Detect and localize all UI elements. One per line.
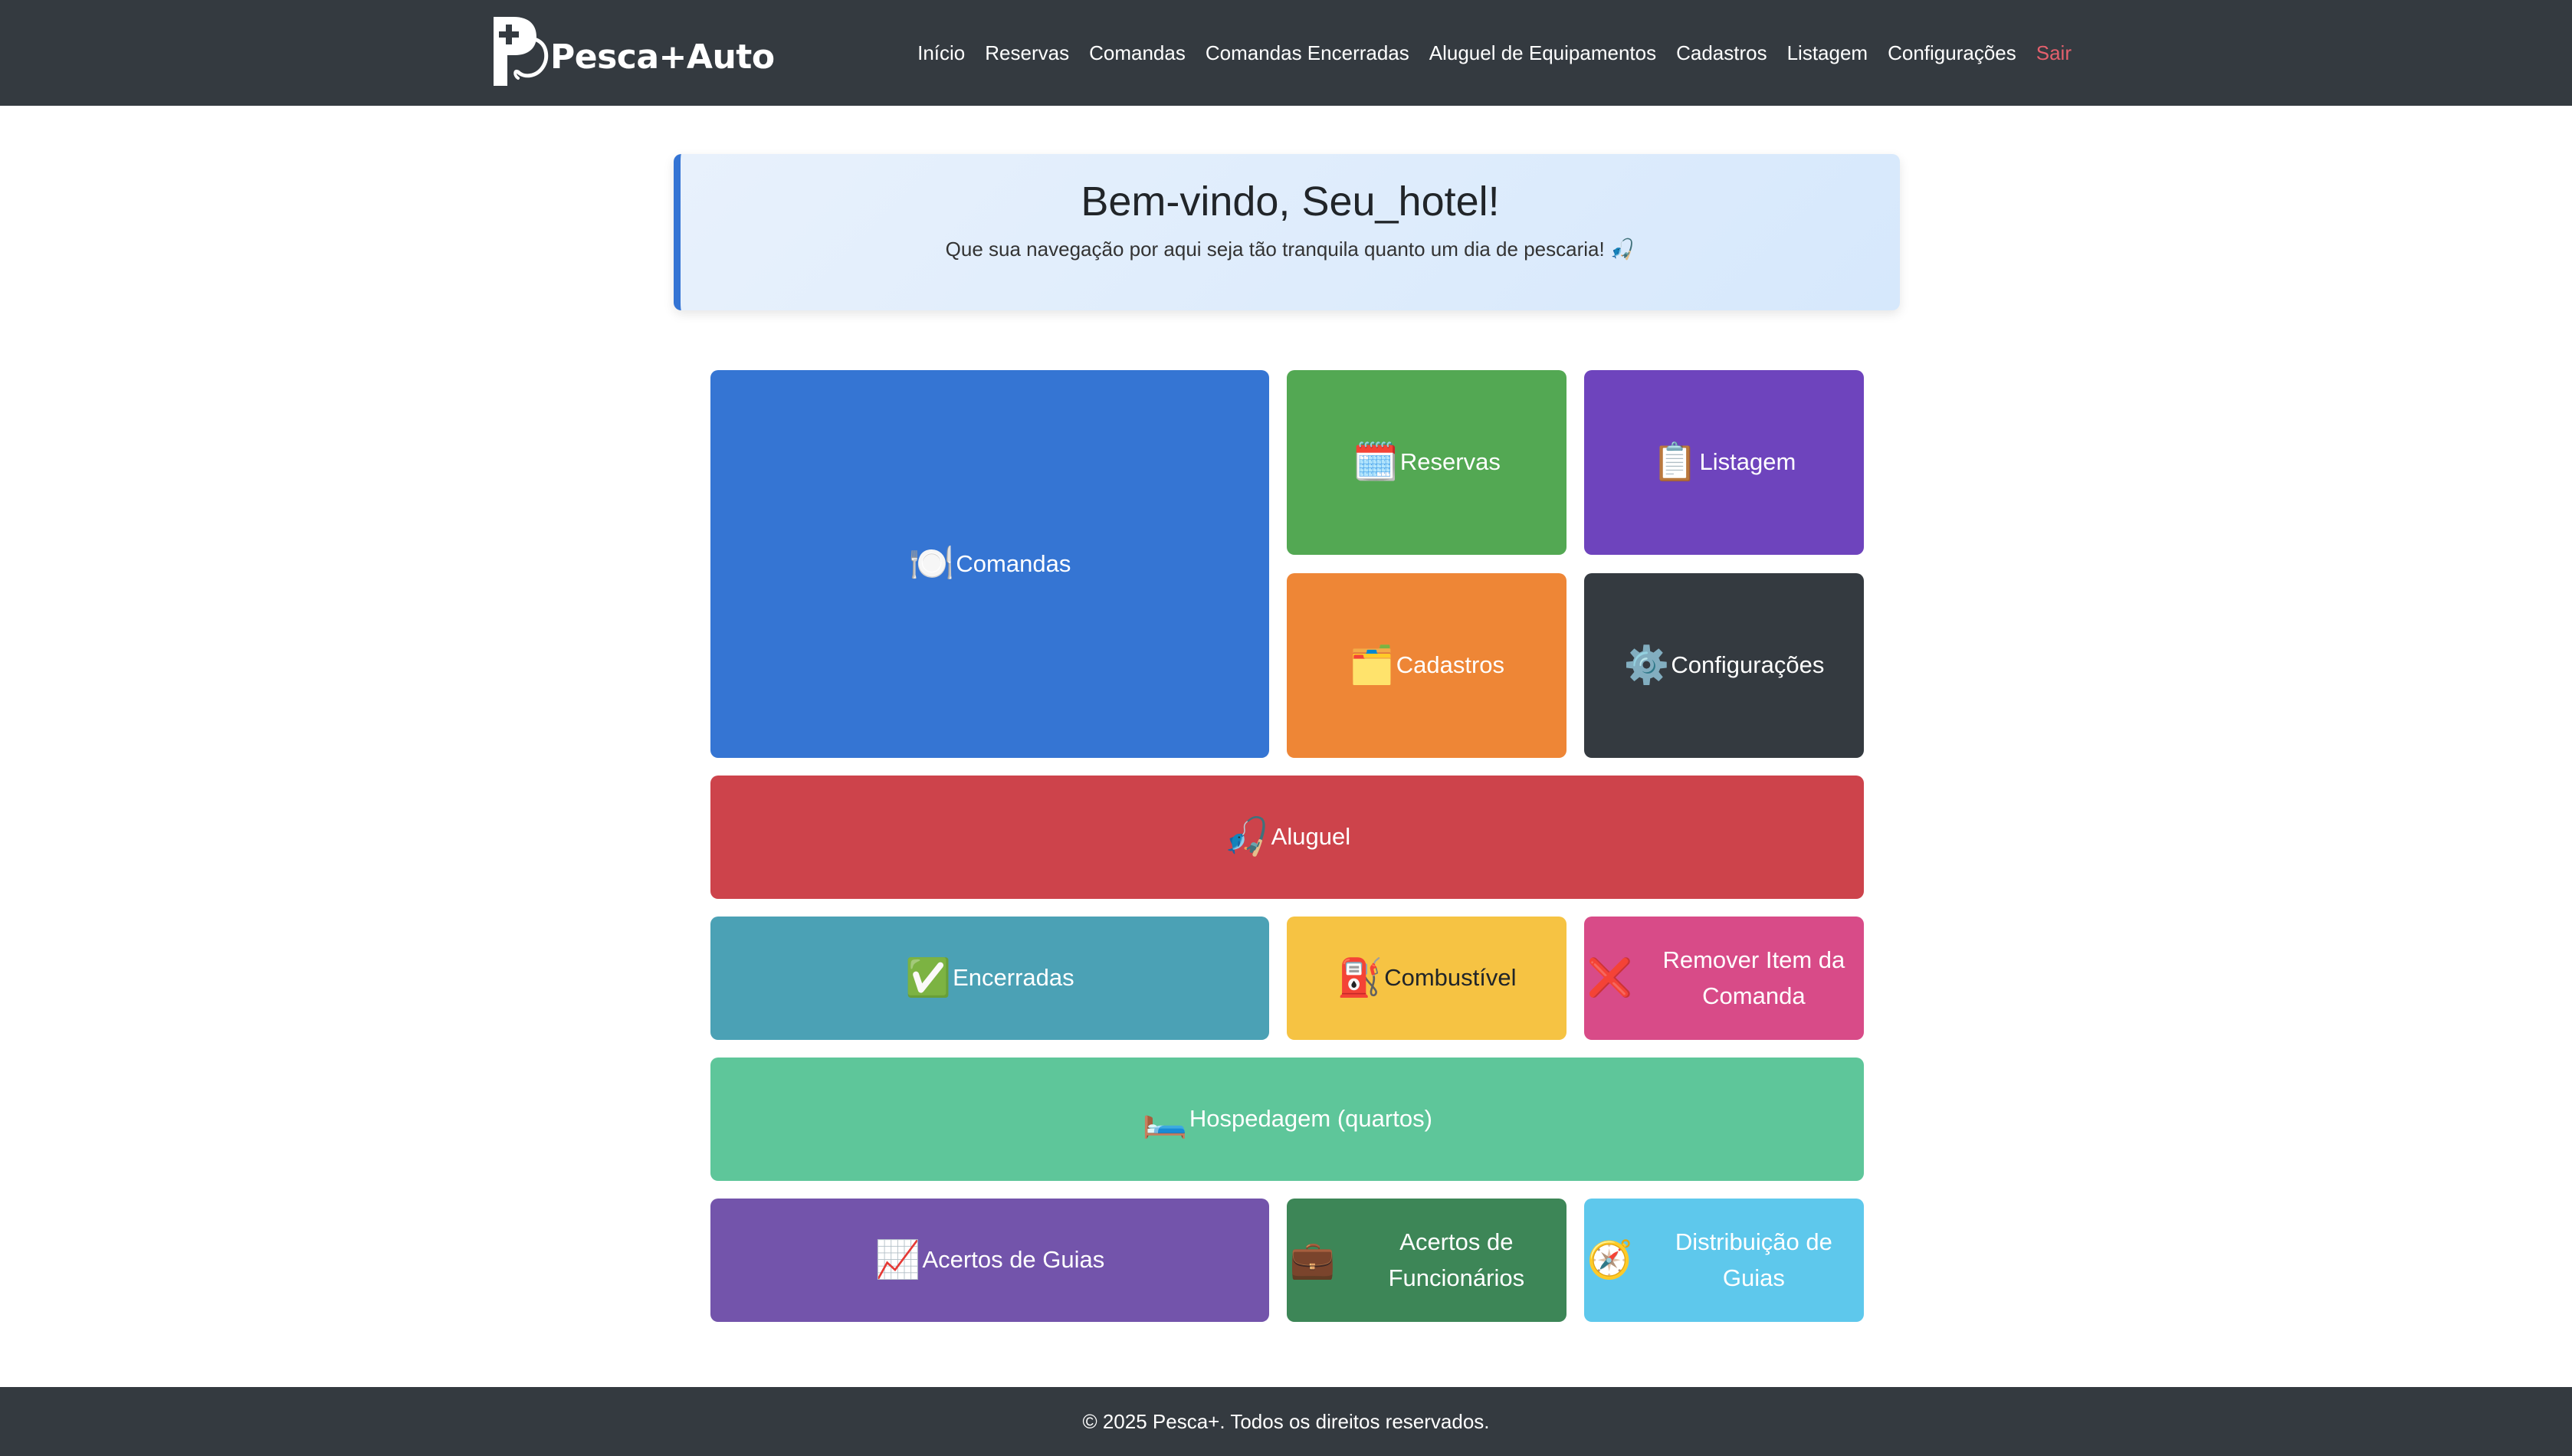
tile-combustivel-label: Combustível — [1384, 964, 1517, 992]
tile-listagem-label: Listagem — [1699, 448, 1796, 476]
nav-cadastros[interactable]: Cadastros — [1676, 41, 1767, 65]
card-index-icon: 🗂️ — [1348, 644, 1395, 686]
tile-remover-item-label: Remover Item da Comanda — [1662, 946, 1845, 1009]
tile-acertos-guias-label: Acertos de Guias — [922, 1246, 1105, 1274]
welcome-card: Bem-vindo, Seu_hotel! Que sua navegação … — [674, 154, 1900, 310]
tile-acertos-funcionarios-label: Acertos de Funcionários — [1388, 1228, 1525, 1291]
tile-remover-item[interactable]: ❌ Remover Item da Comanda — [1584, 917, 1864, 1040]
nav-listagem[interactable]: Listagem — [1787, 41, 1868, 65]
pesca-logo-icon — [494, 17, 549, 86]
fishing-rod-icon: 🎣 — [1223, 816, 1270, 858]
clipboard-icon: 📋 — [1652, 441, 1698, 483]
welcome-subtitle: Que sua navegação por aqui seja tão tran… — [945, 237, 1635, 261]
brand-link[interactable]: Pesca+Auto — [490, 14, 775, 90]
tile-encerradas[interactable]: ✅ Encerradas — [710, 917, 1269, 1040]
tile-combustivel[interactable]: ⛽ Combustível — [1287, 917, 1566, 1040]
nav-comandas[interactable]: Comandas — [1089, 41, 1186, 65]
tile-cadastros[interactable]: 🗂️ Cadastros — [1287, 573, 1566, 758]
footer: © 2025 Pesca+. Todos os direitos reserva… — [0, 1387, 2572, 1456]
nav-reservas[interactable]: Reservas — [985, 41, 1069, 65]
welcome-title: Bem-vindo, Seu_hotel! — [1081, 179, 1500, 225]
bed-icon: 🛏️ — [1142, 1098, 1188, 1140]
tile-reservas[interactable]: 🗓️ Reservas — [1287, 370, 1566, 555]
nav-comandas-encerradas[interactable]: Comandas Encerradas — [1206, 41, 1409, 65]
cross-icon: ❌ — [1586, 957, 1633, 999]
nav-configuracoes[interactable]: Configurações — [1888, 41, 2016, 65]
calendar-icon: 🗓️ — [1353, 441, 1399, 483]
tile-reservas-label: Reservas — [1399, 448, 1501, 476]
tile-configuracoes-label: Configurações — [1671, 651, 1825, 679]
tile-encerradas-label: Encerradas — [953, 964, 1074, 992]
tile-acertos-guias[interactable]: 📈 Acertos de Guias — [710, 1199, 1269, 1322]
nav-inicio[interactable]: Início — [917, 41, 965, 65]
fuel-pump-icon: ⛽ — [1337, 957, 1383, 999]
tile-listagem[interactable]: 📋 Listagem — [1584, 370, 1864, 555]
tile-distribuicao-guias[interactable]: 🧭 Distribuição de Guias — [1584, 1199, 1864, 1322]
footer-copyright: © 2025 Pesca+. Todos os direitos reserva… — [1082, 1409, 1490, 1433]
tile-configuracoes[interactable]: ⚙️ Configurações — [1584, 573, 1864, 758]
nav-sair[interactable]: Sair — [2036, 41, 2072, 65]
tile-cadastros-label: Cadastros — [1396, 651, 1505, 679]
gear-icon: ⚙️ — [1623, 644, 1670, 686]
tile-acertos-funcionarios[interactable]: 💼 Acertos de Funcionários — [1287, 1199, 1566, 1322]
brand-name: Pesca+Auto — [550, 37, 775, 77]
briefcase-icon: 💼 — [1289, 1239, 1336, 1281]
compass-icon: 🧭 — [1586, 1239, 1633, 1281]
check-icon: ✅ — [905, 957, 952, 999]
tile-hospedagem-label: Hospedagem (quartos) — [1189, 1105, 1432, 1133]
tile-aluguel[interactable]: 🎣 Aluguel — [710, 776, 1864, 899]
tile-comandas[interactable]: 🍽️ Comandas — [710, 370, 1269, 758]
tile-comandas-label: Comandas — [956, 549, 1071, 577]
nav-menu: Início Reservas Comandas Comandas Encerr… — [897, 0, 2072, 106]
navbar: Pesca+Auto Início Reservas Comandas Coma… — [0, 0, 2572, 106]
tile-distribuicao-guias-label: Distribuição de Guias — [1675, 1228, 1832, 1291]
tile-aluguel-label: Aluguel — [1271, 823, 1351, 851]
chart-icon: 📈 — [874, 1239, 921, 1281]
tile-hospedagem[interactable]: 🛏️ Hospedagem (quartos) — [710, 1058, 1864, 1181]
plate-icon: 🍽️ — [908, 543, 955, 584]
nav-aluguel-equipamentos[interactable]: Aluguel de Equipamentos — [1429, 41, 1656, 65]
